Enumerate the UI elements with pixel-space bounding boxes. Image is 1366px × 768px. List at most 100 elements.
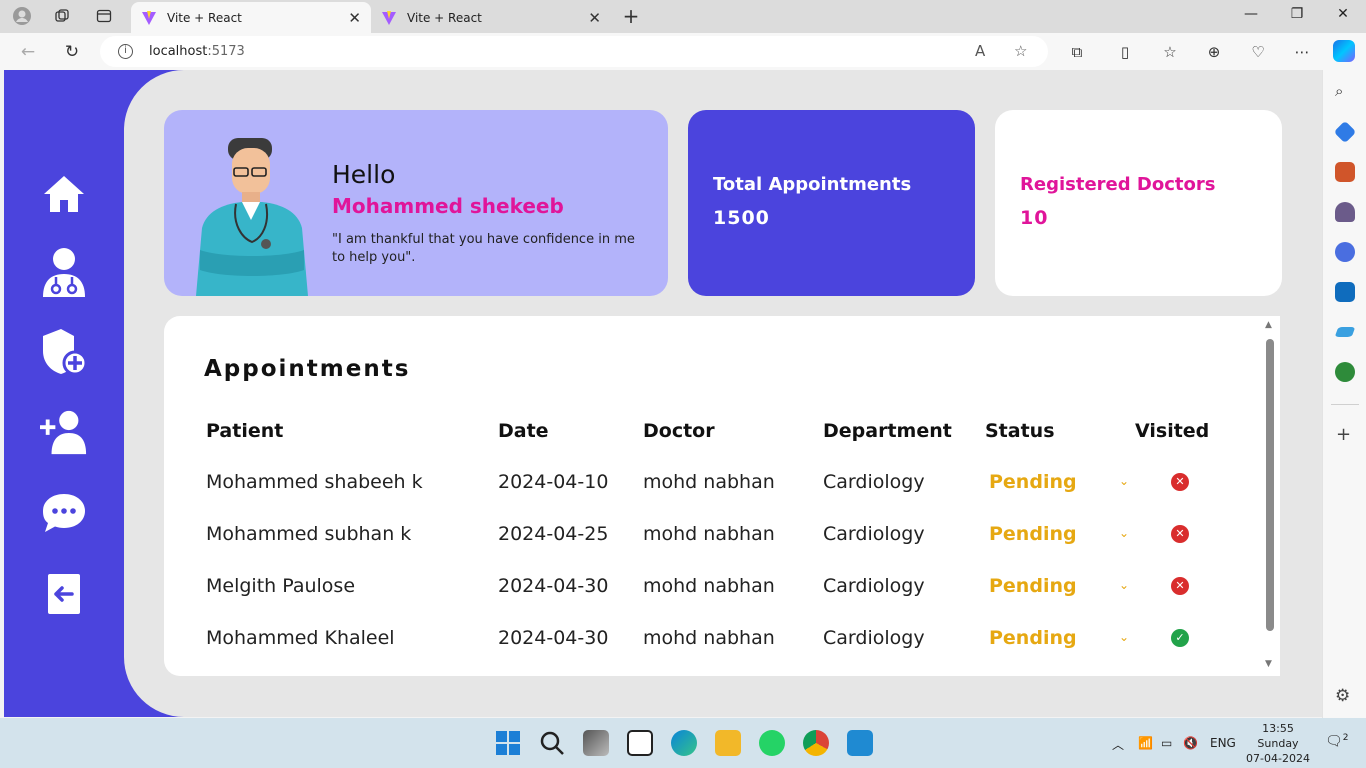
microsoft-365-icon[interactable]	[1335, 242, 1355, 262]
read-aloud-icon[interactable]: A	[975, 42, 985, 60]
tools-icon[interactable]	[1335, 162, 1355, 182]
search-icon[interactable]	[539, 730, 565, 756]
chevron-down-icon[interactable]: ⌄	[1119, 630, 1129, 644]
split-screen-icon[interactable]: ▯	[1115, 42, 1135, 62]
favorite-star-icon[interactable]: ☆	[1014, 42, 1027, 60]
not-visited-icon: ✕	[1171, 577, 1189, 595]
chevron-down-icon[interactable]: ⌄	[1119, 526, 1129, 540]
cell-date: 2024-04-25	[498, 523, 609, 545]
url-port: :5173	[207, 44, 245, 59]
nav-doctors[interactable]	[40, 248, 88, 297]
url-field[interactable]: i localhost:5173 A ☆	[100, 36, 1048, 67]
minimize-icon[interactable]: —	[1241, 6, 1261, 22]
favorites-icon[interactable]: ☆	[1160, 42, 1180, 62]
status-select[interactable]: Pending	[989, 470, 1077, 494]
chat-icon	[43, 494, 85, 532]
nav-add-department[interactable]	[40, 328, 88, 376]
header-doctor: Doctor	[643, 420, 715, 442]
clock-time: 13:55	[1262, 722, 1294, 735]
clock-day: Sunday	[1257, 737, 1299, 750]
total-appointments-label: Total Appointments	[713, 174, 912, 195]
taskbar-clock[interactable]: 13:55 Sunday 07-04-2024	[1240, 721, 1316, 766]
back-icon[interactable]: ←	[17, 41, 39, 63]
scrollbar-thumb[interactable]	[1266, 339, 1274, 631]
user-name: Mohammed shekeeb	[332, 194, 564, 218]
sidebar-settings-icon[interactable]: ⚙	[1335, 686, 1350, 706]
header-patient: Patient	[206, 420, 284, 442]
telegram-icon[interactable]	[1334, 327, 1356, 337]
header-visited: Visited	[1135, 420, 1210, 442]
header-department: Department	[823, 420, 952, 442]
table-row: Mohammed subhan k 2024-04-25 mohd nabhan…	[164, 522, 1264, 574]
tab-vite-react-2[interactable]: Vite + React ✕	[371, 2, 611, 33]
battery-icon[interactable]: ▭	[1161, 736, 1172, 750]
windows-taskbar: ︿ 📶 ▭ 🔇 ENG 13:55 Sunday 07-04-2024 🗨2	[0, 718, 1366, 768]
tab-actions-icon[interactable]	[94, 6, 114, 26]
games-icon[interactable]	[1335, 202, 1355, 222]
header-date: Date	[498, 420, 549, 442]
table-row: Melgith Paulose 2024-04-30 mohd nabhan C…	[164, 574, 1264, 626]
address-bar-row: ← ↻ i localhost:5173 A ☆ ⧉ ▯ ☆ ⊕ ♡ ⋯	[0, 33, 1366, 70]
extensions-icon[interactable]: ⧉	[1067, 42, 1087, 62]
tree-icon[interactable]	[1335, 362, 1355, 382]
widgets-icon[interactable]	[627, 730, 653, 756]
new-tab-icon[interactable]: +	[621, 4, 641, 28]
close-tab-icon[interactable]: ✕	[348, 9, 361, 27]
logout-icon	[48, 574, 80, 614]
shopping-tag-icon[interactable]	[1333, 120, 1357, 144]
scroll-down-icon[interactable]: ▼	[1265, 659, 1272, 669]
task-view-icon[interactable]	[583, 730, 609, 756]
file-explorer-icon[interactable]	[715, 730, 741, 756]
chrome-icon[interactable]	[803, 730, 829, 756]
greeting-quote: "I am thankful that you have confidence …	[332, 232, 635, 265]
volume-muted-icon[interactable]: 🔇	[1183, 736, 1198, 750]
scroll-up-icon[interactable]: ▲	[1265, 320, 1272, 330]
cell-date: 2024-04-10	[498, 471, 609, 493]
not-visited-icon: ✕	[1171, 525, 1189, 543]
window-close-icon[interactable]: ✕	[1333, 6, 1353, 22]
close-tab-icon[interactable]: ✕	[588, 9, 601, 27]
nav-add-user[interactable]	[40, 408, 88, 456]
windows-start-icon[interactable]	[495, 730, 521, 756]
notifications-icon[interactable]: 🗨2	[1325, 733, 1349, 750]
refresh-icon[interactable]: ↻	[61, 41, 83, 63]
copilot-icon[interactable]	[1333, 40, 1355, 62]
registered-doctors-value: 10	[1020, 207, 1049, 229]
more-options-icon[interactable]: ⋯	[1292, 42, 1312, 62]
tab-vite-react-1[interactable]: Vite + React ✕	[131, 2, 371, 33]
appointments-title: Appointments	[204, 356, 411, 382]
chevron-down-icon[interactable]: ⌄	[1119, 578, 1129, 592]
tab-title: Vite + React	[167, 10, 242, 25]
whatsapp-icon[interactable]	[759, 730, 785, 756]
site-info-icon[interactable]: i	[118, 44, 133, 59]
status-select[interactable]: Pending	[989, 574, 1077, 598]
collections-icon[interactable]: ⊕	[1204, 42, 1224, 62]
status-select[interactable]: Pending	[989, 626, 1077, 650]
not-visited-icon: ✕	[1171, 473, 1189, 491]
profile-icon[interactable]	[12, 6, 32, 26]
browser-tab-bar: Vite + React ✕ Vite + React ✕ + — ❐ ✕	[0, 0, 1366, 33]
search-icon[interactable]: ⌕	[1335, 82, 1355, 102]
language-indicator[interactable]: ENG	[1210, 736, 1236, 750]
outlook-icon[interactable]	[1335, 282, 1355, 302]
add-user-icon	[40, 410, 87, 455]
nav-logout[interactable]	[40, 570, 88, 618]
add-app-icon[interactable]: +	[1336, 424, 1351, 445]
table-row: Mohammed shabeeh k 2024-04-10 mohd nabha…	[164, 470, 1264, 522]
cell-department: Cardiology	[823, 471, 925, 493]
chevron-down-icon[interactable]: ⌄	[1119, 474, 1129, 488]
nav-messages[interactable]	[40, 489, 88, 537]
browser-essentials-icon[interactable]: ♡	[1248, 42, 1268, 62]
nav-home[interactable]	[40, 170, 88, 218]
workspaces-icon[interactable]	[52, 6, 72, 26]
vscode-icon[interactable]	[847, 730, 873, 756]
wifi-icon[interactable]: 📶	[1138, 736, 1153, 750]
edge-browser-icon[interactable]	[671, 730, 697, 756]
cell-patient: Mohammed shabeeh k	[206, 471, 423, 493]
show-hidden-icons-icon[interactable]: ︿	[1112, 736, 1124, 753]
restore-icon[interactable]: ❐	[1287, 6, 1307, 22]
vite-logo-icon	[382, 10, 396, 25]
table-scrollbar[interactable]: ▲ ▼	[1262, 316, 1278, 676]
greeting-card: Hello Mohammed shekeeb "I am thankful th…	[164, 110, 668, 296]
status-select[interactable]: Pending	[989, 522, 1077, 546]
